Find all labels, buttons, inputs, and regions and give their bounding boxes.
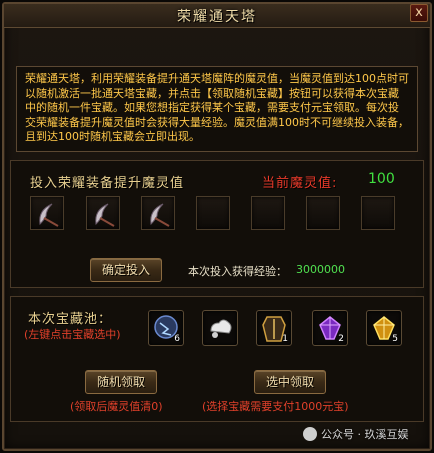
confirm-invest-button[interactable]: 确定投入 — [90, 258, 162, 282]
treasure-hint: (左键点击宝藏选中) — [24, 328, 121, 341]
exp-label: 本次投入获得经验： — [188, 265, 287, 278]
exp-value: 3000000 — [296, 263, 345, 276]
window-title: 荣耀通天塔 — [177, 8, 257, 25]
invest-slot-4[interactable] — [196, 196, 230, 230]
wechat-icon — [303, 427, 317, 441]
invest-slot-3[interactable] — [141, 196, 175, 230]
invest-slot-7[interactable] — [361, 196, 395, 230]
watermark-text: 公众号 · 玖溪互娱 — [321, 428, 409, 441]
treasure-label: 本次宝藏池： — [28, 312, 113, 327]
random-claim-note: (领取后魔灵值清0) — [70, 400, 163, 413]
invest-slot-2[interactable] — [86, 196, 120, 230]
invest-slot-6[interactable] — [306, 196, 340, 230]
treasure-item-5[interactable]: 5 — [366, 310, 402, 346]
item-count: 6 — [174, 334, 180, 344]
description-text: 荣耀通天塔，利用荣耀装备提升通天塔魔阵的魔灵值，当魔灵值到达100点时可以随机激… — [25, 72, 409, 143]
random-claim-button[interactable]: 随机领取 — [85, 370, 157, 394]
invest-slot-1[interactable] — [30, 196, 64, 230]
treasure-item-3[interactable]: 1 — [256, 310, 292, 346]
invest-label: 投入荣耀装备提升魔灵值 — [30, 176, 185, 191]
description-box: 荣耀通天塔，利用荣耀装备提升通天塔魔阵的魔灵值，当魔灵值到达100点时可以随机激… — [16, 66, 418, 152]
treasure-item-4[interactable]: 2 — [312, 310, 348, 346]
scythe-icon — [150, 203, 170, 227]
close-button[interactable]: x — [410, 4, 428, 22]
scythe-icon — [39, 203, 59, 227]
item-count: 5 — [392, 334, 398, 344]
white-cloud-icon — [210, 319, 232, 338]
current-value: 100 — [368, 171, 395, 187]
scythe-icon — [95, 203, 115, 227]
item-count: 1 — [282, 334, 288, 344]
title-bar[interactable]: 荣耀通天塔 — [4, 4, 430, 28]
current-value-label: 当前魔灵值: — [262, 176, 338, 191]
item-count: 2 — [338, 334, 344, 344]
treasure-item-2[interactable] — [202, 310, 238, 346]
watermark: 公众号 · 玖溪互娱 — [303, 426, 409, 442]
invest-slot-5[interactable] — [251, 196, 285, 230]
treasure-item-1[interactable]: 6 — [148, 310, 184, 346]
select-claim-note: (选择宝藏需要支付1000元宝) — [202, 400, 349, 413]
select-claim-button[interactable]: 选中领取 — [254, 370, 326, 394]
